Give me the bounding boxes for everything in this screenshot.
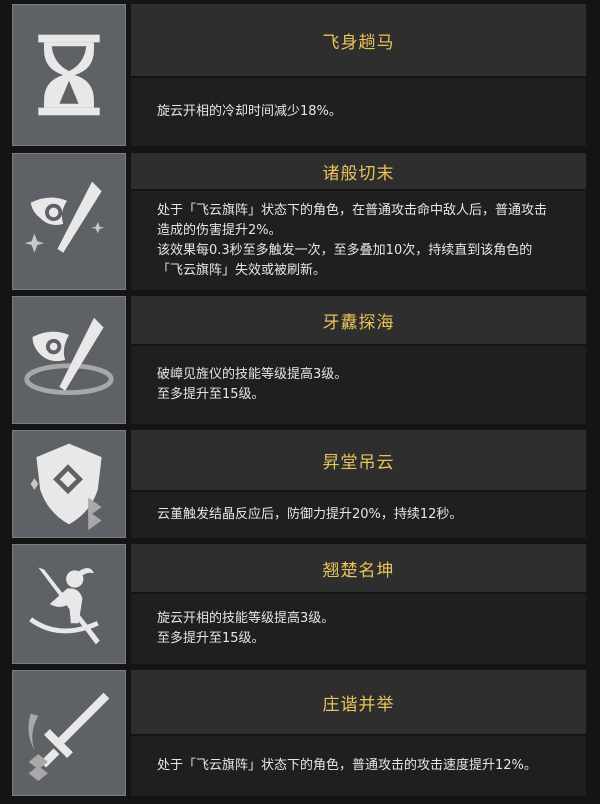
sword-chevron-icon bbox=[12, 670, 126, 796]
talent-description: 云堇触发结晶反应后，防御力提升20%，持续12秒。 bbox=[131, 492, 586, 538]
description-line: 造成的伤害提升2%。 bbox=[157, 222, 282, 238]
hourglass-icon bbox=[12, 4, 126, 146]
talent-title: 飞身趟马 bbox=[131, 4, 586, 76]
description-line: 旋云开相的技能等级提高3级。 bbox=[157, 611, 335, 626]
description-line: 「飞云旗阵」失效或被刷新。 bbox=[157, 262, 327, 278]
shield-crystal-icon bbox=[12, 430, 126, 538]
talent-description: 旋云开相的技能等级提高3级。 至多提升至15级。 bbox=[131, 594, 586, 664]
dancer-spear-icon bbox=[12, 544, 126, 664]
talent-list: 飞身趟马 旋云开相的冷却时间减少18%。 诸般切末 处于「飞云旗阵」状态下的角色… bbox=[0, 0, 600, 804]
description-line: 至多提升至15级。 bbox=[157, 631, 265, 646]
talent-title: 牙纛探海 bbox=[131, 296, 586, 344]
talent-description: 处于「飞云旗阵」状态下的角色，在普通攻击命中敌人后，普通攻击 造成的伤害提升2%… bbox=[131, 191, 586, 290]
fan-spear-icon bbox=[12, 153, 126, 290]
description-line: 云堇触发结晶反应后，防御力提升20%，持续12秒。 bbox=[157, 507, 463, 522]
description-line: 至多提升至15级。 bbox=[157, 387, 265, 402]
talent-title: 昇堂吊云 bbox=[131, 430, 586, 490]
talent-description: 破嶂见旌仪的技能等级提高3级。 至多提升至15级。 bbox=[131, 346, 586, 424]
talent-description: 旋云开相的冷却时间减少18%。 bbox=[131, 78, 586, 146]
description-line: 旋云开相的冷却时间减少18%。 bbox=[157, 104, 342, 119]
description-line: 该效果每0.3秒至多触发一次，至多叠加10次，持续直到该角色的 bbox=[157, 242, 533, 258]
description-line: 处于「飞云旗阵」状态下的角色，普通攻击的攻击速度提升12%。 bbox=[157, 758, 537, 773]
description-line: 破嶂见旌仪的技能等级提高3级。 bbox=[157, 367, 348, 382]
talent-title: 诸般切末 bbox=[131, 153, 586, 189]
talent-title: 翘楚名坤 bbox=[131, 544, 586, 592]
fan-spear-talent-icon bbox=[12, 296, 126, 424]
talent-description: 处于「飞云旗阵」状态下的角色，普通攻击的攻击速度提升12%。 bbox=[131, 736, 586, 796]
talent-title: 庄谐并举 bbox=[131, 670, 586, 734]
description-line: 处于「飞云旗阵」状态下的角色，在普通攻击命中敌人后，普通攻击 bbox=[157, 202, 548, 218]
